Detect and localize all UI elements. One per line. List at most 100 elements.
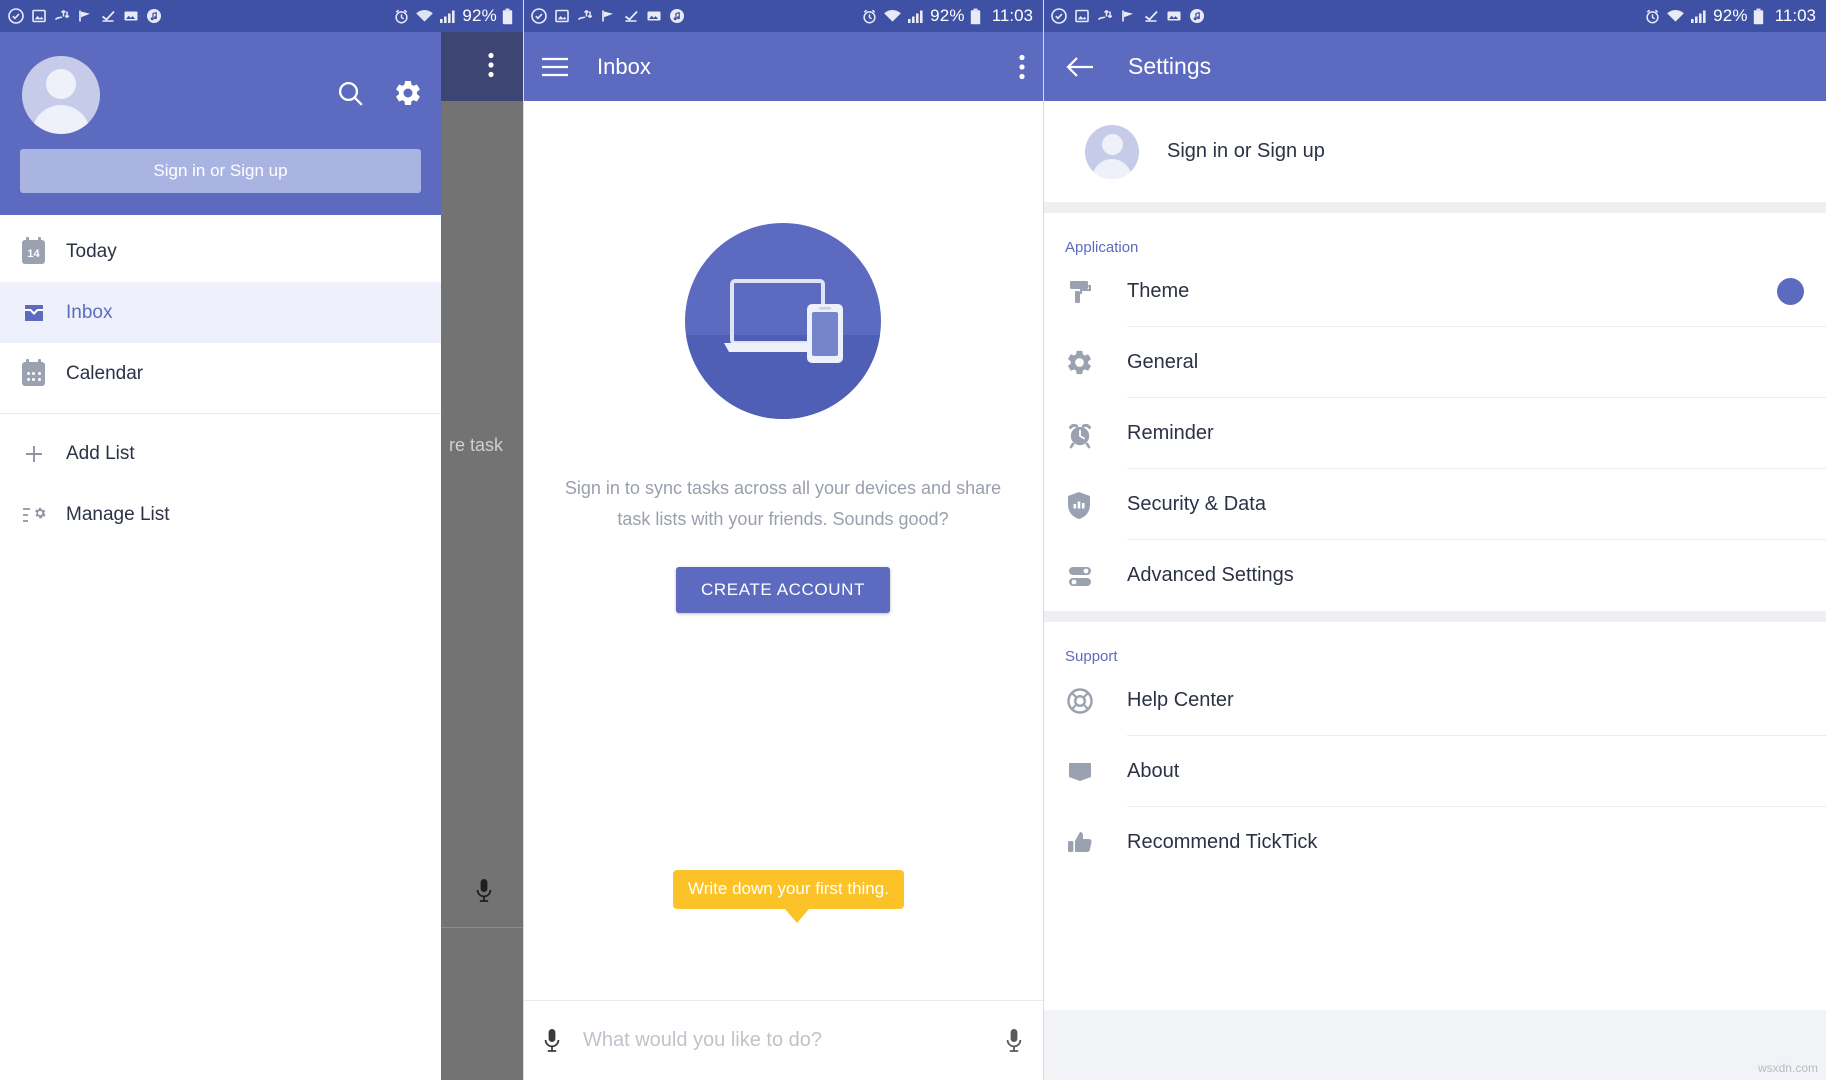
settings-account-row[interactable]: Sign in or Sign up bbox=[1043, 101, 1826, 202]
microphone-icon[interactable] bbox=[1005, 1028, 1023, 1054]
calendar-today-icon: 14 bbox=[22, 236, 66, 264]
sidebar-item-label: Manage List bbox=[66, 503, 170, 525]
inbox-empty-state: Sign in to sync tasks across all your de… bbox=[523, 101, 1043, 970]
wifi-icon bbox=[1667, 9, 1684, 22]
status-notification-icons bbox=[8, 8, 162, 24]
page-title: Inbox bbox=[597, 53, 651, 79]
settings-item-general[interactable]: General bbox=[1065, 327, 1826, 398]
create-account-button[interactable]: CREATE ACCOUNT bbox=[676, 567, 890, 613]
photo-icon bbox=[1167, 11, 1181, 21]
panel-settings: 92% 11:03 Settings Sign in or Sign up Ap… bbox=[1043, 0, 1826, 1080]
book-icon bbox=[1065, 759, 1127, 785]
status-bar: 92% 11:03 bbox=[523, 0, 1043, 32]
sidebar-item-label: Inbox bbox=[66, 301, 113, 323]
task-input-bar: What would you like to do? bbox=[523, 1000, 1043, 1080]
settings-item-label: Reminder bbox=[1127, 422, 1214, 444]
signal-icon bbox=[908, 10, 923, 23]
image-icon bbox=[555, 9, 569, 23]
calendar-icon bbox=[22, 358, 66, 386]
today-date-badge: 14 bbox=[27, 247, 40, 260]
status-right-icons: 92% bbox=[393, 6, 513, 26]
settings-list-application: Theme General Reminder Security & Data A… bbox=[1043, 256, 1826, 611]
hamburger-menu-icon[interactable] bbox=[541, 57, 569, 77]
section-divider bbox=[1043, 202, 1826, 213]
settings-item-label: Theme bbox=[1127, 280, 1190, 302]
section-divider bbox=[1043, 611, 1826, 622]
settings-item-about[interactable]: About bbox=[1065, 736, 1826, 807]
sidebar-item-manage-list[interactable]: Manage List bbox=[0, 484, 441, 545]
more-vertical-icon[interactable] bbox=[1019, 54, 1025, 80]
flag-icon bbox=[602, 10, 613, 22]
three-panel-screenshot: 92% Sign in or Sign up 14 Today Inbox Ca… bbox=[0, 0, 1826, 1080]
status-bar: 92% bbox=[0, 0, 523, 32]
sync-icon bbox=[54, 9, 70, 21]
checkmark-icon bbox=[1144, 10, 1158, 22]
sidebar-item-calendar[interactable]: Calendar bbox=[0, 343, 441, 404]
music-note-icon bbox=[147, 9, 161, 23]
page-title: Settings bbox=[1128, 53, 1212, 79]
microphone-icon[interactable] bbox=[475, 878, 493, 909]
signin-signup-button[interactable]: Sign in or Sign up bbox=[20, 149, 421, 193]
sidebar-item-add-list[interactable]: Add List bbox=[0, 423, 441, 484]
toggles-icon bbox=[1065, 563, 1127, 589]
battery-percent-label: 92% bbox=[462, 6, 497, 25]
image-icon bbox=[32, 9, 46, 23]
panel-divider bbox=[1043, 0, 1044, 1080]
settings-item-help-center[interactable]: Help Center bbox=[1065, 665, 1826, 736]
drawer-scrim[interactable] bbox=[441, 32, 523, 1080]
sidebar-item-inbox[interactable]: Inbox bbox=[0, 282, 441, 343]
battery-icon bbox=[1753, 8, 1763, 24]
photo-icon bbox=[647, 11, 661, 21]
drawer-nav-list: 14 Today Inbox Calendar Add List Manage … bbox=[0, 215, 441, 545]
settings-item-label: Help Center bbox=[1127, 689, 1234, 711]
navigation-drawer: Sign in or Sign up 14 Today Inbox Calend… bbox=[0, 32, 441, 1080]
inbox-icon bbox=[22, 301, 66, 325]
search-icon[interactable] bbox=[336, 79, 365, 108]
arrow-left-icon[interactable] bbox=[1065, 55, 1095, 79]
settings-item-security-data[interactable]: Security & Data bbox=[1065, 469, 1826, 540]
alarm-icon bbox=[863, 9, 876, 23]
status-notification-icons bbox=[531, 8, 685, 24]
list-settings-icon bbox=[22, 503, 66, 527]
settings-item-label: About bbox=[1127, 760, 1180, 782]
alarm-icon bbox=[395, 9, 409, 23]
gear-icon[interactable] bbox=[393, 78, 423, 108]
sync-icon bbox=[1097, 9, 1113, 21]
settings-item-advanced-settings[interactable]: Advanced Settings bbox=[1065, 540, 1826, 611]
settings-item-theme[interactable]: Theme bbox=[1065, 256, 1826, 327]
alarm-icon bbox=[1646, 9, 1659, 23]
shield-icon bbox=[1065, 490, 1127, 520]
section-title-application: Application bbox=[1065, 239, 1139, 256]
more-vertical-icon[interactable] bbox=[488, 52, 494, 83]
avatar[interactable] bbox=[22, 56, 100, 134]
clock-label: 11:03 bbox=[1774, 6, 1816, 25]
settings-bottom-fill bbox=[1043, 1010, 1826, 1080]
status-right-icons: 92% 11:03 bbox=[861, 6, 1033, 26]
battery-icon bbox=[970, 8, 980, 24]
peek-task-text: re task bbox=[449, 435, 504, 455]
flag-icon bbox=[1122, 10, 1133, 22]
devices-sync-illustration bbox=[685, 223, 881, 419]
sidebar-item-today[interactable]: 14 Today bbox=[0, 221, 441, 282]
settings-appbar: Settings bbox=[1043, 32, 1826, 101]
battery-icon bbox=[502, 8, 513, 24]
plus-icon bbox=[22, 442, 66, 466]
first-task-tooltip: Write down your first thing. bbox=[673, 870, 904, 923]
battery-percent-label: 92% bbox=[1713, 6, 1748, 25]
settings-item-reminder[interactable]: Reminder bbox=[1065, 398, 1826, 469]
sidebar-item-label: Today bbox=[66, 240, 117, 262]
check-circle-icon bbox=[8, 8, 24, 24]
status-right-icons: 92% 11:03 bbox=[1644, 6, 1816, 26]
photo-icon bbox=[124, 11, 138, 21]
music-note-icon bbox=[1190, 9, 1204, 23]
signal-icon bbox=[1691, 10, 1706, 23]
gear-icon bbox=[1065, 348, 1127, 377]
wifi-icon bbox=[416, 9, 434, 22]
microphone-icon[interactable] bbox=[543, 1028, 561, 1054]
panel-divider bbox=[523, 0, 524, 1080]
settings-item-recommend-ticktick[interactable]: Recommend TickTick bbox=[1065, 807, 1826, 878]
avatar bbox=[1085, 124, 1139, 179]
theme-color-dot[interactable] bbox=[1777, 278, 1804, 305]
task-input-placeholder[interactable]: What would you like to do? bbox=[583, 1029, 1005, 1052]
panel-inbox: 92% 11:03 Inbox Sign in to sync tasks ac… bbox=[523, 0, 1043, 1080]
